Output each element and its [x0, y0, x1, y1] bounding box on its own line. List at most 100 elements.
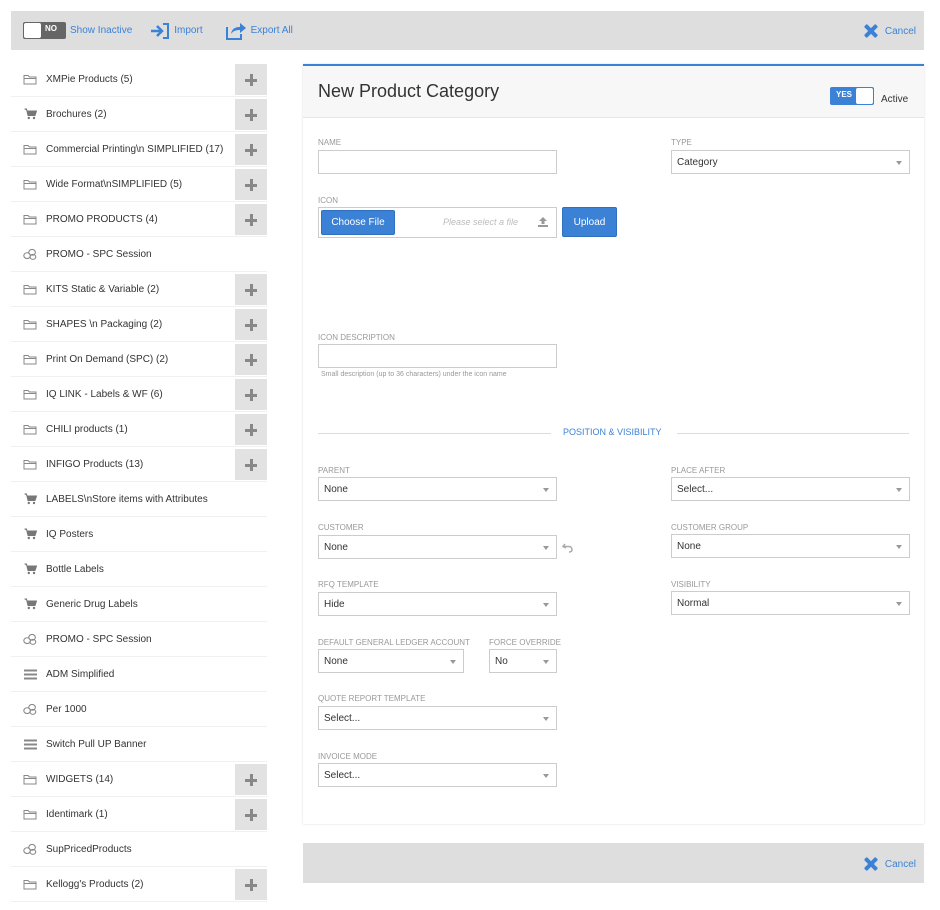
sidebar-item-label: WIDGETS (14): [46, 773, 114, 785]
category-sidebar: XMPie Products (5) Brochures (2) Commercia…: [11, 62, 267, 903]
visibility-select[interactable]: Normal: [671, 591, 910, 615]
icon-description-input[interactable]: [318, 344, 557, 368]
sidebar-item[interactable]: KITS Static & Variable (2): [11, 272, 267, 307]
export-all-button[interactable]: Export All: [225, 21, 293, 41]
visibility-value: Normal: [677, 597, 710, 609]
sidebar-item[interactable]: Per 1000: [11, 692, 267, 727]
cancel-button-top[interactable]: Cancel: [863, 23, 916, 39]
add-subcategory-button[interactable]: [235, 764, 267, 795]
choose-file-button[interactable]: Choose File: [321, 210, 395, 235]
sidebar-item[interactable]: Brochures (2): [11, 97, 267, 132]
active-toggle[interactable]: YES: [830, 87, 874, 105]
sidebar-item[interactable]: PROMO - SPC Session: [11, 237, 267, 272]
sidebar-item[interactable]: PROMO - SPC Session: [11, 622, 267, 657]
active-label: Active: [881, 94, 909, 105]
sidebar-item-label: SHAPES \n Packaging (2): [46, 318, 163, 330]
sidebar-item[interactable]: WIDGETS (14): [11, 762, 267, 797]
add-subcategory-button[interactable]: [235, 414, 267, 445]
sidebar-item-label: CHILI products (1): [46, 423, 128, 435]
plus-icon: [245, 773, 257, 786]
quote-template-label: QUOTE REPORT TEMPLATE: [318, 694, 426, 703]
sidebar-item[interactable]: CHILI products (1): [11, 412, 267, 447]
sidebar-item[interactable]: SHAPES \n Packaging (2): [11, 307, 267, 342]
sidebar-item[interactable]: Print On Demand (SPC) (2): [11, 342, 267, 377]
add-subcategory-button[interactable]: [235, 169, 267, 200]
upload-button[interactable]: Upload: [562, 207, 617, 237]
add-subcategory-button[interactable]: [235, 869, 267, 900]
add-subcategory-button[interactable]: [235, 64, 267, 95]
sidebar-item[interactable]: XMPie Products (5): [11, 62, 267, 97]
cart-icon: [23, 563, 37, 575]
place-after-label: PLACE AFTER: [671, 466, 726, 475]
folder-icon: [23, 144, 37, 155]
coins-icon: [23, 632, 37, 646]
rfq-template-label: RFQ TEMPLATE: [318, 580, 379, 589]
section-divider-right: [677, 433, 909, 434]
add-subcategory-button[interactable]: [235, 449, 267, 480]
import-button[interactable]: Import: [150, 22, 203, 40]
add-subcategory-button[interactable]: [235, 274, 267, 305]
add-subcategory-button[interactable]: [235, 379, 267, 410]
plus-icon: [245, 388, 257, 401]
customer-select[interactable]: None: [318, 535, 557, 559]
chevron-down-icon: [896, 545, 902, 549]
gl-account-select[interactable]: None: [318, 649, 464, 673]
type-select[interactable]: Category: [671, 150, 910, 174]
add-subcategory-button[interactable]: [235, 99, 267, 130]
sidebar-item[interactable]: PROMO PRODUCTS (4): [11, 202, 267, 237]
sidebar-item[interactable]: Kellogg's Products (2): [11, 867, 267, 902]
sidebar-item-label: Kellogg's Products (2): [46, 878, 144, 890]
gl-account-value: None: [324, 655, 348, 667]
sidebar-item[interactable]: INFIGO Products (13): [11, 447, 267, 482]
export-icon: [225, 22, 246, 40]
sidebar-item[interactable]: Identimark (1): [11, 797, 267, 832]
gl-account-label: DEFAULT GENERAL LEDGER ACCOUNT: [318, 638, 470, 647]
chevron-down-icon: [543, 660, 549, 664]
invoice-mode-label: INVOICE MODE: [318, 752, 378, 761]
list-icon: [23, 669, 37, 680]
sidebar-item[interactable]: IQ LINK - Labels & WF (6): [11, 377, 267, 412]
plus-icon: [245, 143, 257, 156]
sidebar-item[interactable]: Bottle Labels: [11, 552, 267, 587]
sidebar-item[interactable]: Commercial Printing\n SIMPLIFIED (17): [11, 132, 267, 167]
sidebar-item-label: KITS Static & Variable (2): [46, 283, 160, 295]
add-subcategory-button[interactable]: [235, 204, 267, 235]
sidebar-item[interactable]: Wide Format\nSIMPLIFIED (5): [11, 167, 267, 202]
quote-template-select[interactable]: Select...: [318, 706, 557, 730]
sidebar-item[interactable]: Generic Drug Labels: [11, 587, 267, 622]
add-subcategory-button[interactable]: [235, 309, 267, 340]
sidebar-item[interactable]: ADM Simplified: [11, 657, 267, 692]
plus-icon: [245, 108, 257, 121]
invoice-mode-select[interactable]: Select...: [318, 763, 557, 787]
cancel-button-bottom[interactable]: Cancel: [863, 856, 916, 872]
customer-group-select[interactable]: None: [671, 534, 910, 558]
sidebar-item[interactable]: Switch Pull UP Banner: [11, 727, 267, 762]
sidebar-item-label: PROMO PRODUCTS (4): [46, 213, 158, 225]
add-subcategory-button[interactable]: [235, 134, 267, 165]
add-subcategory-button[interactable]: [235, 799, 267, 830]
undo-icon[interactable]: [562, 541, 574, 553]
rfq-template-select[interactable]: Hide: [318, 592, 557, 616]
icon-file-input[interactable]: Choose File Please select a file: [318, 207, 557, 238]
sidebar-item-label: XMPie Products (5): [46, 73, 133, 85]
import-icon: [151, 22, 170, 39]
add-subcategory-button[interactable]: [235, 344, 267, 375]
force-override-select[interactable]: No: [489, 649, 557, 673]
sidebar-item[interactable]: IQ Posters: [11, 517, 267, 552]
sidebar-item-label: IQ LINK - Labels & WF (6): [46, 388, 163, 400]
folder-icon: [23, 179, 37, 190]
sidebar-item-label: Wide Format\nSIMPLIFIED (5): [46, 178, 183, 190]
place-after-select[interactable]: Select...: [671, 477, 910, 501]
sidebar-item-label: PROMO - SPC Session: [46, 633, 152, 645]
name-input[interactable]: [318, 150, 557, 174]
sidebar-item[interactable]: SupPricedProducts: [11, 832, 267, 867]
parent-select[interactable]: None: [318, 477, 557, 501]
plus-icon: [245, 178, 257, 191]
plus-icon: [245, 458, 257, 471]
place-after-value: Select...: [677, 483, 714, 495]
show-inactive-label[interactable]: Show Inactive: [70, 25, 132, 36]
sidebar-item-label: Generic Drug Labels: [46, 598, 138, 610]
folder-icon: [23, 354, 37, 365]
show-inactive-toggle[interactable]: NO: [23, 22, 66, 39]
sidebar-item[interactable]: LABELS\nStore items with Attributes: [11, 482, 267, 517]
